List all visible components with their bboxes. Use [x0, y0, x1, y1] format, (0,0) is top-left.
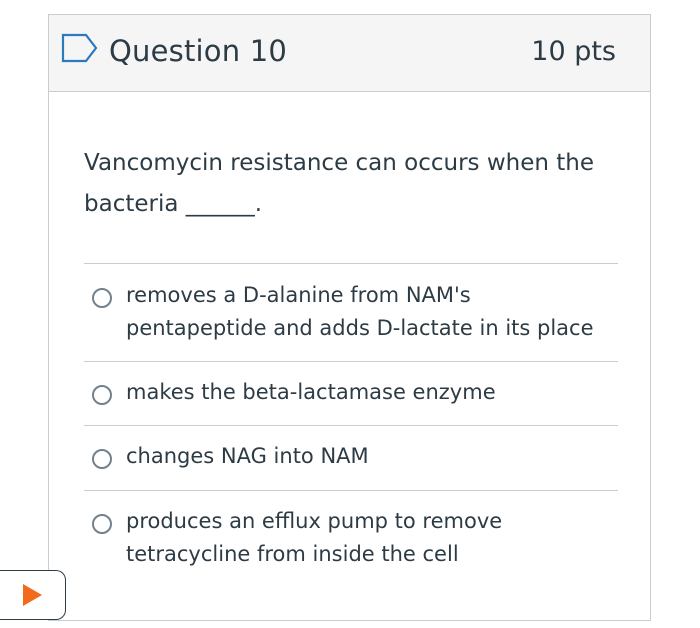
answer-option-3[interactable]: changes NAG into NAM [84, 425, 618, 490]
answer-label: produces an efflux pump to remove tetrac… [126, 509, 503, 566]
radio-button[interactable] [92, 385, 112, 405]
radio-button[interactable] [92, 288, 112, 308]
play-icon [23, 584, 42, 606]
answer-label: removes a D-alanine from NAM's pentapept… [126, 283, 594, 340]
question-text: Vancomycin resistance can occurs when th… [84, 150, 595, 217]
question-header: Question 10 10 pts [49, 15, 650, 92]
answer-option-4[interactable]: produces an efflux pump to remove tetrac… [84, 490, 618, 570]
radio-button[interactable] [92, 514, 112, 534]
question-points: 10 pts [531, 36, 616, 67]
answer-option-2[interactable]: makes the beta-lactamase enzyme [84, 361, 618, 425]
play-button[interactable] [0, 570, 66, 620]
answer-label: changes NAG into NAM [126, 444, 369, 468]
answer-label: makes the beta-lactamase enzyme [126, 380, 496, 404]
question-card: Question 10 10 pts Vancomycin resistance… [48, 14, 651, 621]
radio-button[interactable] [92, 449, 112, 469]
answer-option-1[interactable]: removes a D-alanine from NAM's pentapept… [84, 263, 618, 361]
flag-outline-icon[interactable] [61, 33, 99, 63]
question-title: Question 10 [109, 34, 288, 68]
answer-list: removes a D-alanine from NAM's pentapept… [84, 263, 618, 570]
